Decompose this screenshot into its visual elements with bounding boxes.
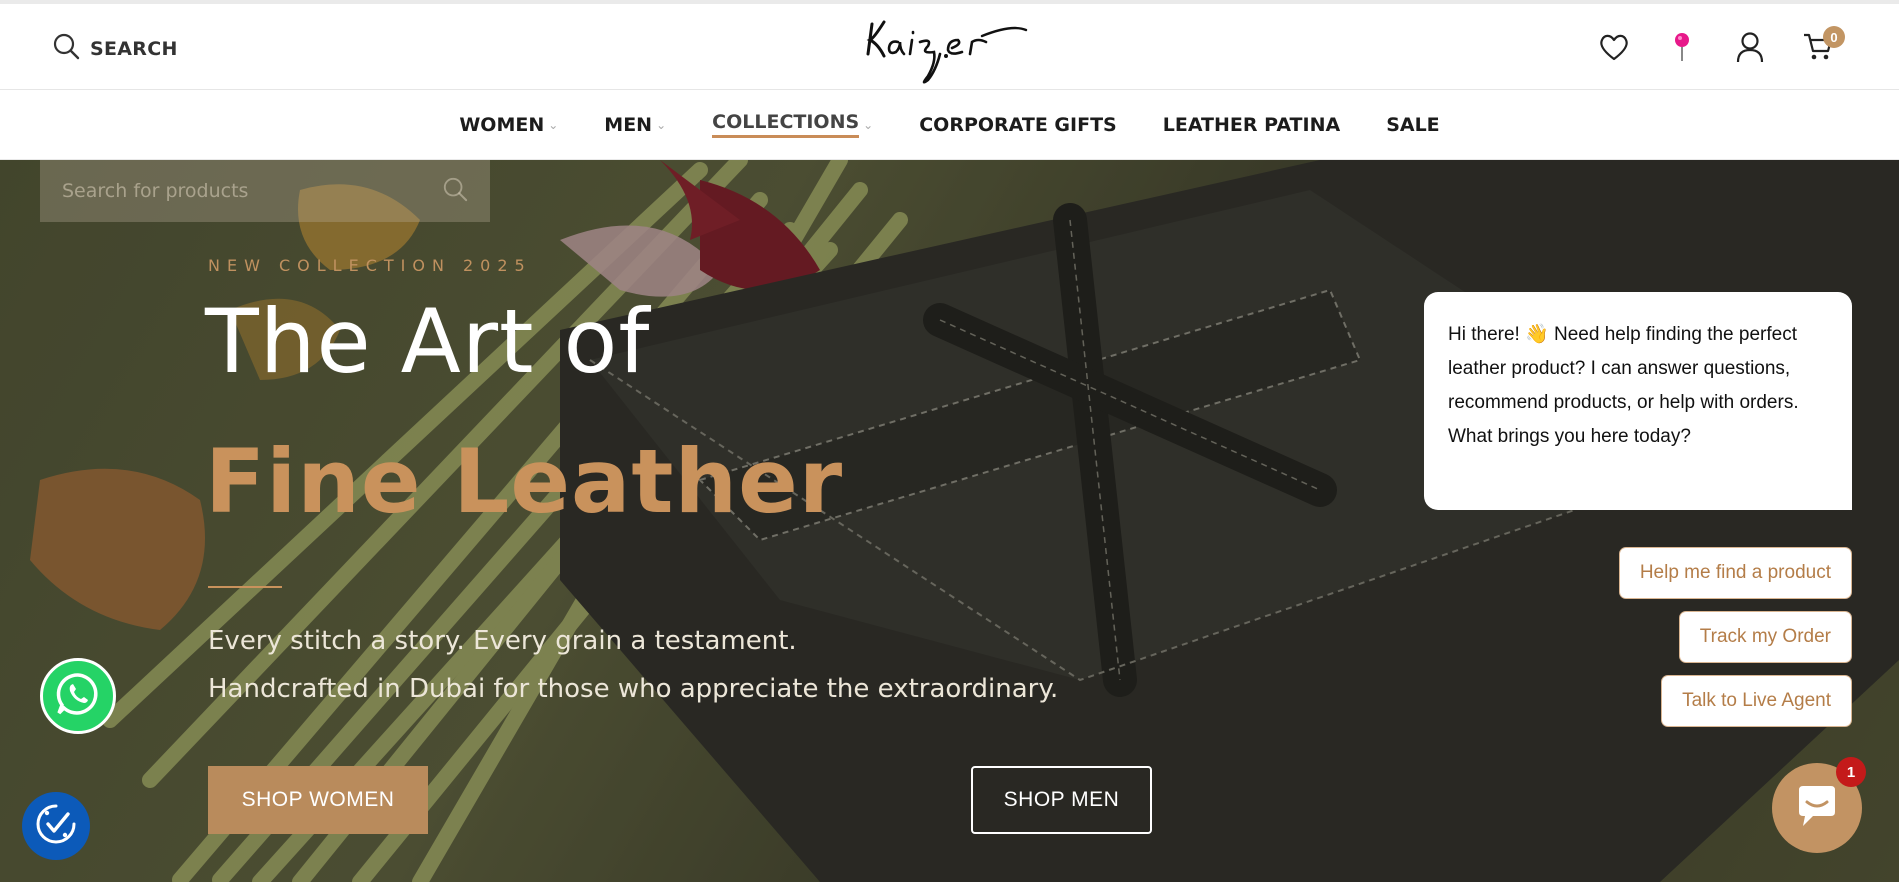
account-button[interactable] — [1733, 31, 1767, 68]
site-header: SEARCH 0 — [0, 0, 1899, 90]
shop-women-button[interactable]: SHOP WOMEN — [208, 766, 428, 834]
chat-greeting-bubble: Hi there! 👋 Need help finding the perfec… — [1424, 292, 1852, 510]
map-pin-icon — [1671, 31, 1693, 68]
hero-tagline-line1: Every stitch a story. Every grain a test… — [208, 626, 797, 656]
main-nav: WOMEN ⌄ MEN ⌄ COLLECTIONS ⌄ CORPORATE GI… — [0, 90, 1899, 160]
nav-item-label: COLLECTIONS — [712, 111, 860, 138]
cart-count-badge: 0 — [1823, 26, 1845, 48]
whatsapp-button[interactable] — [40, 658, 116, 734]
hero-headline-line1: The Art of — [205, 290, 651, 393]
hero-eyebrow: NEW COLLECTION 2025 — [208, 256, 532, 275]
chat-unread-badge: 1 — [1836, 757, 1866, 787]
header-search-button[interactable]: SEARCH — [52, 32, 178, 65]
chat-quick-reply-track-order[interactable]: Track my Order — [1678, 611, 1852, 663]
chat-icon — [1793, 784, 1841, 833]
search-dropdown — [40, 160, 490, 222]
chat-launcher-button[interactable]: 1 — [1772, 757, 1866, 853]
cart-button[interactable]: 0 — [1801, 26, 1845, 66]
hero-tagline-line2: Handcrafted in Dubai for those who appre… — [208, 674, 1059, 704]
accessibility-icon — [34, 802, 78, 851]
nav-item-sale[interactable]: SALE — [1363, 90, 1462, 160]
nav-item-label: LEATHER PATINA — [1162, 113, 1341, 136]
nav-item-label: SALE — [1386, 113, 1440, 136]
search-input[interactable] — [62, 180, 442, 202]
nav-item-label: WOMEN — [459, 113, 545, 136]
shop-men-button[interactable]: SHOP MEN — [971, 766, 1152, 834]
site-logo[interactable] — [862, 10, 1032, 88]
nav-item-corporate-gifts[interactable]: CORPORATE GIFTS — [896, 90, 1140, 160]
nav-item-collections[interactable]: COLLECTIONS ⌄ — [689, 90, 896, 160]
chat-quick-reply-live-agent[interactable]: Talk to Live Agent — [1661, 675, 1852, 727]
nav-item-label: CORPORATE GIFTS — [919, 113, 1117, 136]
nav-item-leather-patina[interactable]: LEATHER PATINA — [1140, 90, 1363, 160]
hero-headline-line2: Fine Leather — [205, 430, 844, 533]
chevron-down-icon: ⌄ — [863, 117, 874, 132]
accessibility-button[interactable] — [22, 792, 90, 860]
search-icon — [52, 32, 80, 65]
hero-divider — [208, 586, 282, 588]
nav-item-men[interactable]: MEN ⌄ — [581, 90, 689, 160]
chevron-down-icon: ⌄ — [548, 117, 559, 132]
header-actions: 0 — [1597, 26, 1845, 68]
wishlist-button[interactable] — [1597, 32, 1631, 66]
store-locator-button[interactable] — [1665, 32, 1699, 66]
chat-quick-reply-find-product[interactable]: Help me find a product — [1618, 547, 1852, 599]
search-icon[interactable] — [442, 176, 468, 207]
search-label: SEARCH — [90, 37, 178, 60]
whatsapp-icon — [55, 671, 101, 722]
hero-banner: NEW COLLECTION 2025 The Art of Fine Leat… — [0, 160, 1899, 882]
user-icon — [1735, 31, 1765, 68]
nav-item-label: MEN — [604, 113, 653, 136]
nav-item-women[interactable]: WOMEN ⌄ — [436, 90, 581, 160]
chevron-down-icon: ⌄ — [656, 117, 667, 132]
heart-icon — [1598, 32, 1630, 67]
